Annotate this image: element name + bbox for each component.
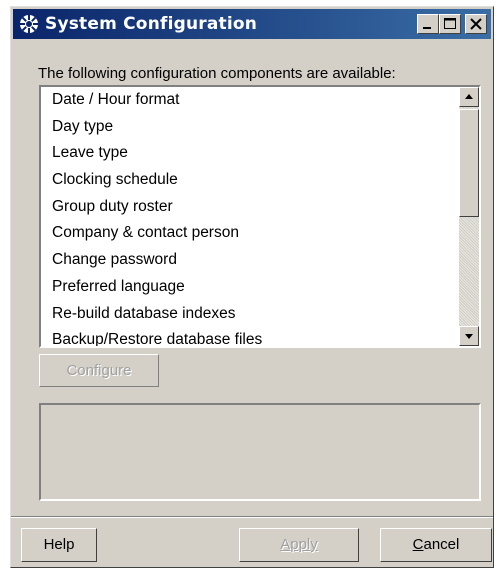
- components-listbox[interactable]: Date / Hour format Day type Leave type Cloc…: [39, 85, 481, 348]
- list-item[interactable]: Preferred language: [41, 274, 459, 301]
- vertical-scrollbar[interactable]: [459, 87, 479, 346]
- list-item[interactable]: Re-build database indexes: [41, 301, 459, 328]
- title-bar[interactable]: System Configuration: [13, 9, 491, 39]
- scroll-down-button[interactable]: [459, 326, 479, 346]
- list-item[interactable]: Change password: [41, 247, 459, 274]
- cancel-rest: ancel: [423, 536, 460, 553]
- cancel-label: Cancel: [413, 536, 460, 553]
- configure-button[interactable]: Configure: [39, 354, 159, 387]
- close-button[interactable]: [465, 14, 487, 34]
- footer-divider: [11, 516, 493, 518]
- maximize-button[interactable]: [439, 14, 461, 34]
- system-configuration-window: System Configuration The following confi…: [10, 6, 494, 568]
- list-item[interactable]: Leave type: [41, 140, 459, 167]
- help-button[interactable]: Help: [21, 528, 97, 562]
- list-item[interactable]: Backup/Restore database files: [41, 327, 459, 346]
- list-item[interactable]: Day type: [41, 114, 459, 141]
- cancel-button[interactable]: Cancel: [380, 528, 492, 562]
- apply-label: Apply: [280, 536, 318, 553]
- scroll-up-button[interactable]: [459, 87, 479, 107]
- close-icon: [470, 18, 482, 30]
- apply-button[interactable]: Apply: [239, 528, 359, 562]
- description-panel: [39, 403, 481, 501]
- arrow-up-icon: [465, 94, 473, 99]
- arrow-down-icon: [465, 334, 473, 339]
- list-item[interactable]: Date / Hour format: [41, 87, 459, 114]
- cancel-mnemonic: C: [412, 536, 424, 553]
- minimize-icon: [423, 27, 431, 29]
- gear-icon: [20, 15, 38, 33]
- components-list: Date / Hour format Day type Leave type Cloc…: [41, 87, 459, 346]
- window-title: System Configuration: [45, 14, 258, 34]
- list-item[interactable]: Company & contact person: [41, 220, 459, 247]
- intro-text: The following configuration components a…: [38, 65, 396, 82]
- scroll-thumb[interactable]: [459, 109, 479, 217]
- list-item[interactable]: Group duty roster: [41, 194, 459, 221]
- maximize-icon: [444, 18, 456, 29]
- list-item[interactable]: Clocking schedule: [41, 167, 459, 194]
- minimize-button[interactable]: [417, 14, 439, 34]
